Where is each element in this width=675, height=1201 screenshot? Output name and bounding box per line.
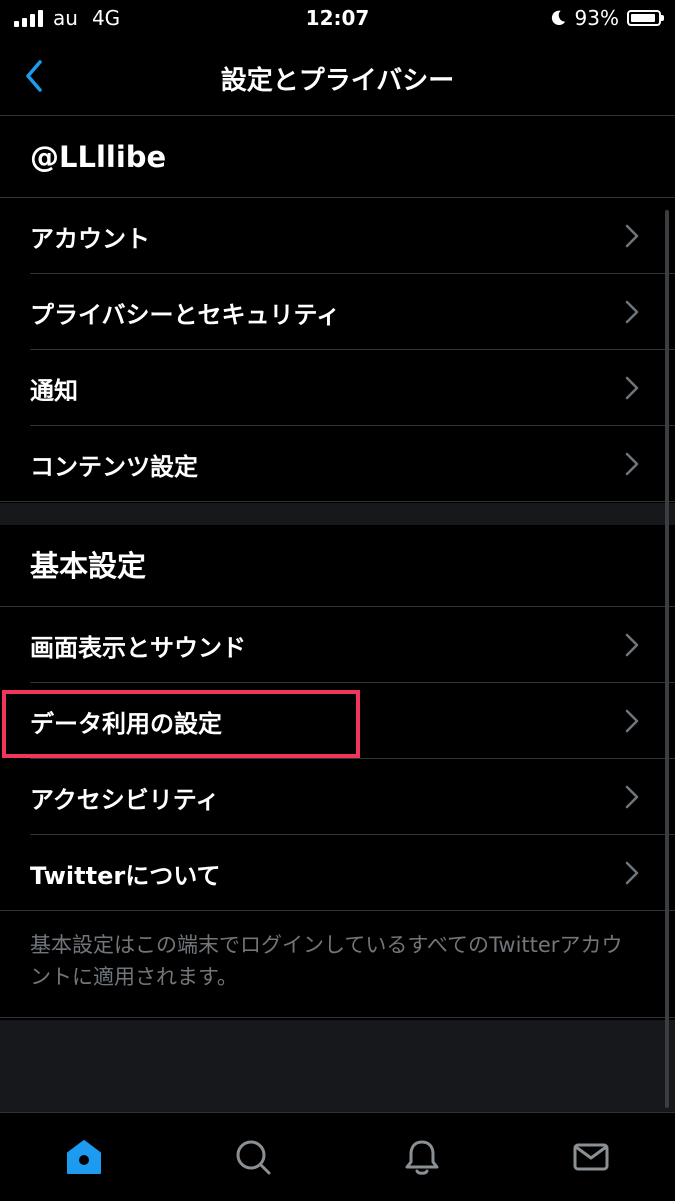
chevron-right-icon (625, 452, 639, 476)
tab-search[interactable] (169, 1113, 338, 1201)
tab-bar (0, 1112, 675, 1201)
settings-item-account[interactable]: アカウント (0, 198, 675, 274)
settings-item-label: コンテンツ設定 (30, 452, 198, 481)
chevron-right-icon (625, 633, 639, 657)
chevron-right-icon (625, 861, 639, 885)
chevron-right-icon (625, 709, 639, 733)
chevron-right-icon (625, 300, 639, 324)
messages-icon (573, 1143, 609, 1171)
battery-icon (627, 10, 664, 26)
notifications-icon (405, 1140, 439, 1175)
settings-item-label: Twitterについて (30, 861, 221, 890)
settings-item-about[interactable]: Twitterについて (0, 835, 675, 911)
general-section: 基本設定 画面表示とサウンド データ利用の設定 アクセシビリティ Twitter… (0, 525, 675, 1018)
tab-home[interactable] (0, 1113, 169, 1201)
settings-item-label: 画面表示とサウンド (30, 633, 246, 662)
settings-item-label: アカウント (30, 224, 150, 253)
chevron-right-icon (625, 785, 639, 809)
moon-icon (551, 10, 565, 26)
empty-area (0, 1020, 675, 1112)
chevron-right-icon (625, 224, 639, 248)
tab-notifications[interactable] (338, 1113, 507, 1201)
settings-item-content[interactable]: コンテンツ設定 (0, 426, 675, 502)
section-title: 基本設定 (0, 525, 675, 607)
battery-percent: 93% (574, 6, 619, 30)
tab-messages[interactable] (506, 1113, 675, 1201)
settings-item-notifications[interactable]: 通知 (0, 350, 675, 426)
account-username: @LLllibe (0, 116, 675, 198)
status-bar: au 4G 12:07 93% (0, 0, 675, 38)
search-icon (236, 1140, 271, 1175)
settings-item-display-sound[interactable]: 画面表示とサウンド (0, 607, 675, 683)
account-section: @LLllibe アカウント プライバシーとセキュリティ 通知 コンテンツ設定 (0, 116, 675, 502)
settings-item-accessibility[interactable]: アクセシビリティ (0, 759, 675, 835)
section-separator (0, 503, 675, 525)
scrollbar[interactable] (665, 210, 669, 1108)
nav-bar: 設定とプライバシー (0, 38, 675, 116)
settings-item-privacy-security[interactable]: プライバシーとセキュリティ (0, 274, 675, 350)
home-icon (67, 1140, 102, 1174)
settings-item-label: アクセシビリティ (30, 785, 220, 814)
settings-item-label: プライバシーとセキュリティ (30, 300, 341, 329)
highlight-box (2, 690, 360, 758)
settings-item-label: 通知 (30, 376, 78, 405)
chevron-right-icon (625, 376, 639, 400)
page-title: 設定とプライバシー (220, 66, 455, 96)
general-settings-note: 基本設定はこの端末でログインしているすべてのTwitterアカウントに適用されま… (0, 911, 675, 1018)
